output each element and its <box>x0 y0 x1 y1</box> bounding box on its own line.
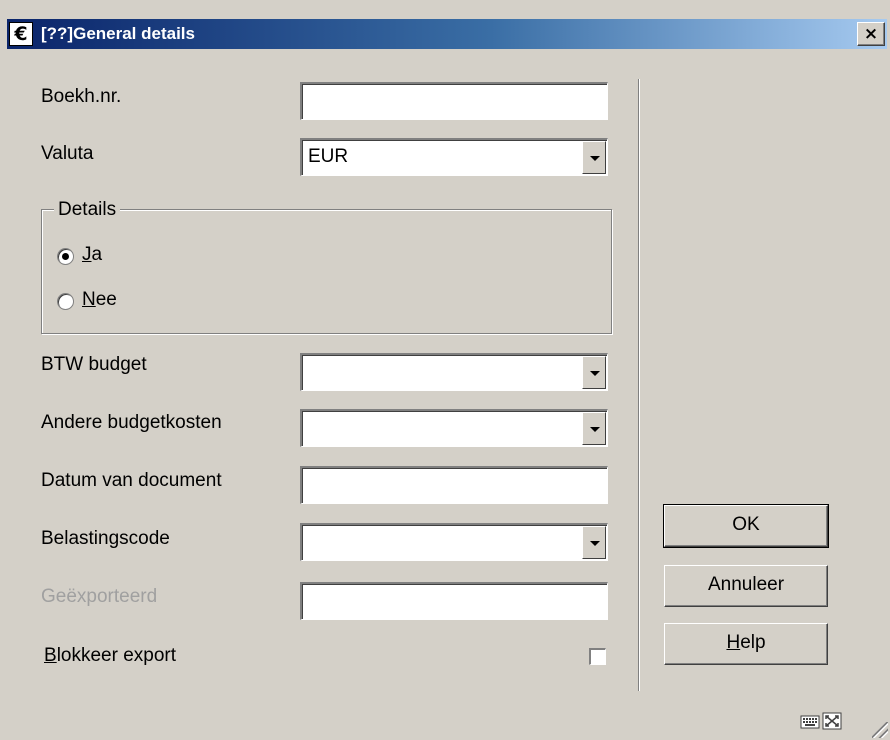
belastingscode-label: Belastingscode <box>41 528 170 549</box>
details-groupbox <box>41 209 612 334</box>
belastingscode-dropdown[interactable] <box>300 523 608 561</box>
annuleer-button[interactable]: Annuleer <box>664 565 828 607</box>
andere-budgetkosten-dropdown-arrow-icon[interactable] <box>582 412 606 445</box>
radio-nee-rest: ee <box>95 289 117 310</box>
close-button[interactable]: × <box>857 22 885 46</box>
andere-budgetkosten-dropdown[interactable] <box>300 409 608 447</box>
help-accel: H <box>726 632 741 653</box>
boekh-nr-label: Boekh.nr. <box>41 86 122 107</box>
ok-button[interactable]: OK <box>663 504 829 548</box>
euro-icon: € <box>9 22 33 46</box>
boekh-nr-input[interactable] <box>300 82 608 120</box>
radio-ja-accel: J <box>82 244 92 265</box>
details-legend: Details <box>54 199 121 221</box>
valuta-label: Valuta <box>41 143 94 164</box>
window-title: [??]General details <box>41 24 195 43</box>
radio-nee-label[interactable]: Nee <box>82 289 117 311</box>
radio-ja-label[interactable]: Ja <box>82 244 102 266</box>
title-bar[interactable]: € [??]General details × <box>7 19 887 49</box>
radio-nee[interactable] <box>57 293 74 310</box>
blokkeer-export-rest: lokkeer export <box>56 645 177 666</box>
btw-budget-dropdown[interactable] <box>300 353 608 391</box>
belastingscode-dropdown-arrow-icon[interactable] <box>582 526 606 559</box>
radio-ja-rest: a <box>91 244 103 265</box>
valuta-value: EUR <box>308 146 349 167</box>
keyboard-icon[interactable] <box>800 712 820 730</box>
resize-grip-icon[interactable] <box>872 722 888 738</box>
btw-budget-label: BTW budget <box>41 354 147 375</box>
geexporteerd-input <box>300 582 608 620</box>
datum-document-input[interactable] <box>300 466 608 504</box>
geexporteerd-label: Geëxporteerd <box>41 586 158 607</box>
andere-budgetkosten-label: Andere budgetkosten <box>41 412 222 433</box>
general-details-dialog: € [??]General details × Boekh.nr. Valuta… <box>0 0 890 740</box>
blokkeer-export-accel: B <box>44 645 57 666</box>
radio-ja[interactable] <box>57 248 74 265</box>
blokkeer-export-checkbox[interactable] <box>589 648 606 665</box>
help-rest: elp <box>740 632 766 653</box>
valuta-dropdown-arrow-icon[interactable] <box>582 141 606 174</box>
help-button[interactable]: Help <box>664 623 828 665</box>
radio-nee-accel: N <box>82 289 96 310</box>
vertical-divider <box>638 79 639 691</box>
maximize-icon[interactable] <box>822 712 842 730</box>
datum-document-label: Datum van document <box>41 470 222 491</box>
blokkeer-export-label[interactable]: Blokkeer export <box>44 645 176 667</box>
valuta-dropdown[interactable]: EUR <box>300 138 608 176</box>
btw-budget-dropdown-arrow-icon[interactable] <box>582 356 606 389</box>
